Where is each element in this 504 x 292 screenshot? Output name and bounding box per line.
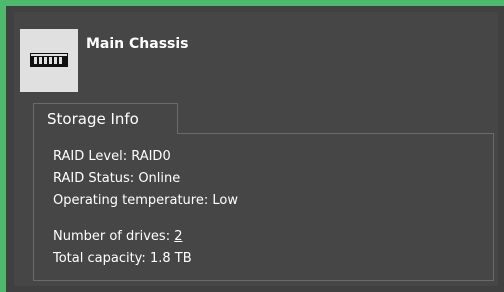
chassis-icon [30,53,68,67]
raid-level-line: RAID Level: RAID0 [53,148,171,166]
temperature-line: Operating temperature: Low [53,192,238,210]
total-capacity-value: 1.8 TB [149,251,192,266]
temperature-value: Low [212,193,238,208]
page-title: Main Chassis [86,36,189,52]
drive-count-line: Number of drives: 2 [53,228,182,246]
page: Main Chassis Storage Info RAID Level: RA… [0,0,504,292]
drive-count-label: Number of drives: [53,229,175,244]
raid-status-line: RAID Status: Online [53,170,180,188]
total-capacity-line: Total capacity: 1.8 TB [53,250,192,268]
raid-level-value: RAID0 [131,149,171,164]
raid-status-value: Online [138,171,181,186]
drive-count-link[interactable]: 2 [174,229,182,244]
raid-level-label: RAID Level: [53,149,132,164]
tab-storage-info[interactable]: Storage Info [33,103,178,134]
chassis-icon-tile [20,29,78,92]
raid-status-label: RAID Status: [53,171,139,186]
temperature-label: Operating temperature: [53,193,213,208]
total-capacity-label: Total capacity: [53,251,150,266]
